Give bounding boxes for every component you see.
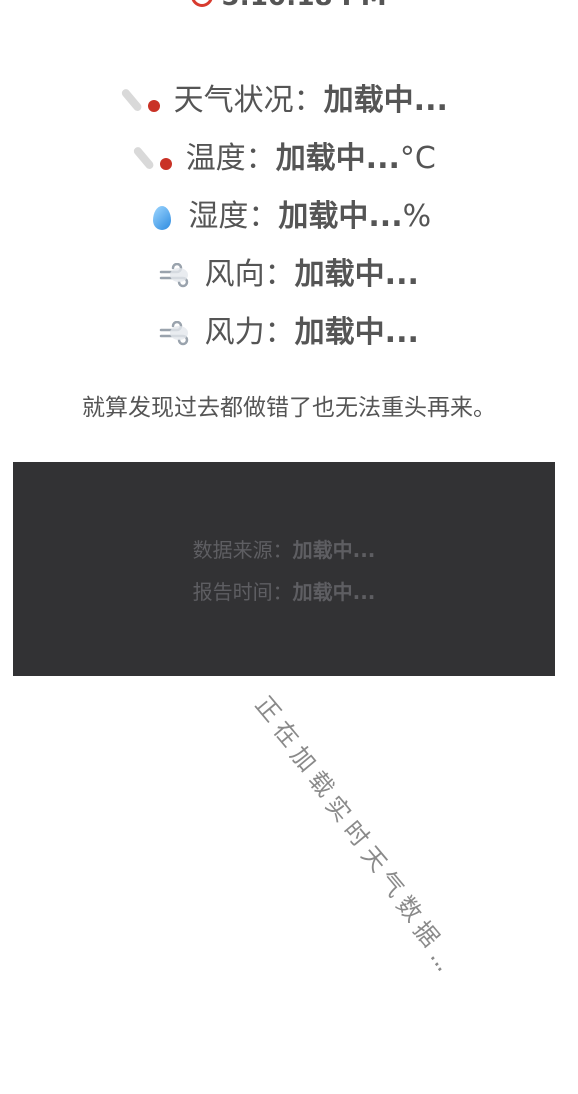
temperature-row: 温度：加载中...°C — [0, 130, 578, 188]
wind-direction-label: 风向： — [204, 257, 295, 292]
alarm-clock-icon — [191, 0, 214, 7]
weather-condition-row: 天气状况：加载中... — [0, 72, 578, 130]
report-time-label: 报告时间： — [192, 580, 293, 604]
data-source-value: 加载中... — [292, 538, 376, 562]
wind-force-label: 风力： — [204, 315, 295, 350]
data-source-line: 数据来源：加载中... — [13, 534, 555, 563]
weather-info: 天气状况：加载中... 温度：加载中...°C 湿度：加载中...% 风向：加载… — [0, 72, 578, 362]
clock: 5:10:18 PM — [0, 0, 578, 12]
thermometer-icon — [132, 140, 176, 174]
report-time-value: 加载中... — [292, 580, 376, 604]
report-time-line: 报告时间：加载中... — [13, 576, 555, 605]
data-source-panel: 数据来源：加载中... 报告时间：加载中... — [13, 462, 555, 676]
temperature-label: 温度： — [185, 141, 276, 176]
humidity-label: 湿度： — [188, 199, 279, 234]
humidity-value: 加载中... — [278, 199, 403, 234]
weather-page: 5:10:18 PM 天气状况：加载中... 温度：加载中...°C 湿度：加载… — [0, 0, 578, 1094]
data-source-label: 数据来源： — [192, 538, 293, 562]
weather-condition-value: 加载中... — [323, 83, 448, 118]
wind-force-row: 风力：加载中... — [0, 304, 578, 362]
wind-force-value: 加载中... — [294, 315, 419, 350]
quote-text: 就算发现过去都做错了也无法重头再来。 — [82, 395, 496, 421]
humidity-row: 湿度：加载中...% — [0, 188, 578, 246]
wind-icon — [159, 263, 189, 288]
wind-direction-row: 风向：加载中... — [0, 246, 578, 304]
humidity-unit: % — [402, 199, 432, 234]
thermometer-icon — [120, 82, 164, 116]
temperature-value: 加载中... — [275, 141, 400, 176]
droplet-icon — [152, 206, 171, 230]
wind-icon — [159, 321, 189, 346]
temperature-unit: °C — [399, 141, 436, 176]
clock-time: 5:10:18 PM — [221, 0, 386, 12]
wind-direction-value: 加载中... — [294, 257, 419, 292]
weather-condition-label: 天气状况： — [173, 83, 324, 118]
